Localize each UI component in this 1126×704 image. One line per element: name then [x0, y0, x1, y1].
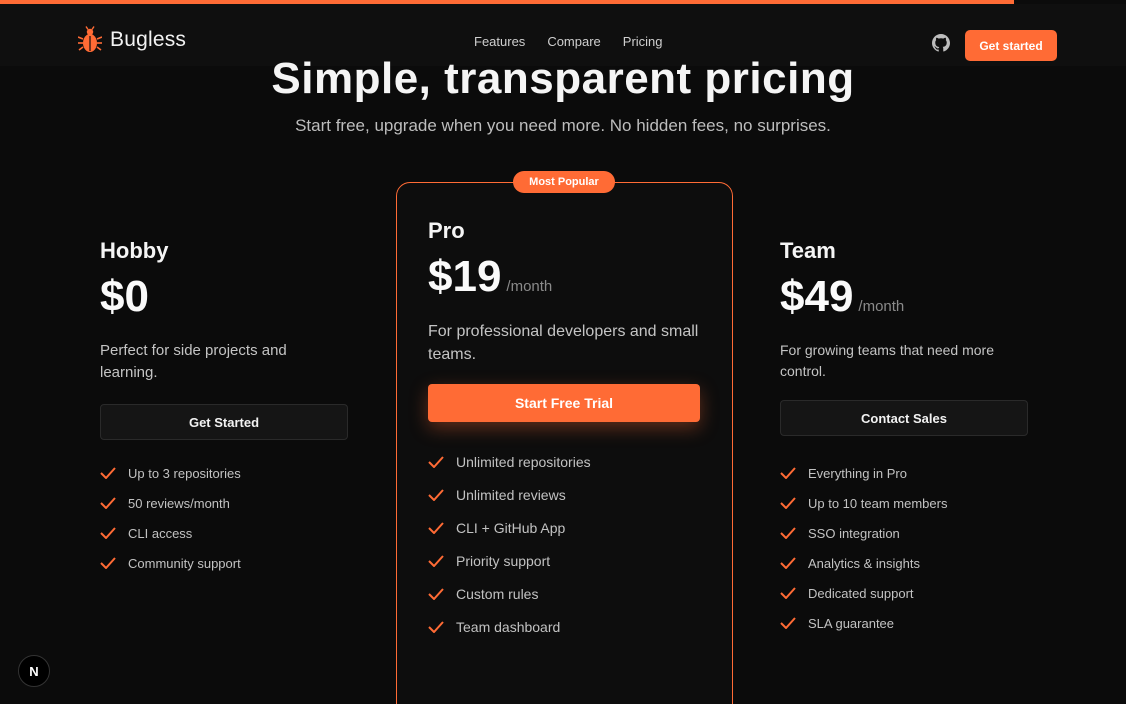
nav-link-compare[interactable]: Compare: [547, 34, 600, 49]
check-icon: [428, 521, 444, 534]
plan-price: $49: [780, 272, 854, 321]
list-item: Analytics & insights: [780, 548, 1028, 578]
feature-text: Custom rules: [456, 585, 539, 602]
feature-text: Analytics & insights: [808, 555, 920, 571]
list-item: Unlimited reviews: [428, 478, 700, 511]
feature-text: Priority support: [456, 552, 551, 569]
list-item: Up to 3 repositories: [100, 458, 348, 488]
plan-name: Pro: [428, 218, 465, 243]
check-icon: [428, 554, 444, 567]
plan-card-hobby: Hobby $0 Perfect for side projects and l…: [100, 238, 348, 578]
page-title: Simple, transparent pricing: [271, 54, 855, 103]
feature-text: Community support: [128, 555, 241, 571]
feature-text: 50 reviews/month: [128, 495, 230, 511]
feature-text: Up to 3 repositories: [128, 465, 241, 481]
contact-sales-button[interactable]: Contact Sales: [780, 400, 1028, 436]
list-item: Team dashboard: [428, 610, 700, 643]
plan-name: Team: [780, 238, 836, 263]
check-icon: [780, 587, 796, 599]
list-item: Unlimited repositories: [428, 445, 700, 478]
check-icon: [428, 488, 444, 501]
list-item: 50 reviews/month: [100, 488, 348, 518]
check-icon: [100, 497, 116, 509]
check-icon: [780, 467, 796, 479]
plan-description: For professional developers and small te…: [428, 323, 699, 363]
plan-description: Perfect for side projects and learning.: [100, 342, 287, 381]
price-row: $49 /month: [780, 272, 1028, 322]
price-row: $0: [100, 272, 348, 322]
plan-period: /month: [858, 298, 905, 315]
feature-text: CLI access: [128, 525, 193, 541]
brand-name: Bugless: [110, 28, 187, 51]
plan-price: $19: [428, 252, 502, 301]
plan-card-team: Team $49 /month For growing teams that n…: [780, 238, 1028, 638]
feature-text: Everything in Pro: [808, 465, 907, 481]
list-item: Dedicated support: [780, 578, 1028, 608]
dev-tools-indicator[interactable]: N: [18, 655, 50, 687]
nav-link-pricing[interactable]: Pricing: [623, 34, 663, 49]
feature-text: Team dashboard: [456, 618, 561, 635]
feature-text: SSO integration: [808, 525, 900, 541]
price-row: $19 /month: [428, 252, 700, 302]
most-popular-badge: Most Popular: [513, 171, 615, 193]
feature-list: Everything in Pro Up to 10 team members …: [780, 458, 1028, 638]
list-item: Everything in Pro: [780, 458, 1028, 488]
check-icon: [428, 620, 444, 633]
list-item: Up to 10 team members: [780, 488, 1028, 518]
list-item: CLI + GitHub App: [428, 511, 700, 544]
check-icon: [100, 527, 116, 539]
dev-indicator-letter: N: [29, 663, 39, 679]
list-item: Priority support: [428, 544, 700, 577]
check-icon: [780, 617, 796, 629]
start-free-trial-button[interactable]: Start Free Trial: [428, 384, 700, 422]
plan-period: /month: [506, 278, 553, 295]
check-icon: [780, 497, 796, 509]
check-icon: [100, 467, 116, 479]
github-icon[interactable]: [932, 34, 950, 52]
feature-text: Up to 10 team members: [808, 495, 948, 511]
check-icon: [100, 557, 116, 569]
page-subtitle: Start free, upgrade when you need more. …: [295, 116, 831, 135]
plan-card-pro-content: Pro $19 /month For professional develope…: [428, 218, 700, 643]
feature-list: Up to 3 repositories 50 reviews/month CL…: [100, 458, 348, 578]
brand[interactable]: Bugless: [78, 26, 186, 54]
list-item: CLI access: [100, 518, 348, 548]
plan-description: For growing teams that need more control…: [780, 342, 994, 379]
bug-icon: [78, 26, 102, 52]
list-item: SLA guarantee: [780, 608, 1028, 638]
feature-text: Dedicated support: [808, 585, 914, 601]
feature-text: CLI + GitHub App: [456, 519, 566, 536]
list-item: Community support: [100, 548, 348, 578]
check-icon: [428, 587, 444, 600]
nav-links: Features Compare Pricing: [474, 34, 663, 49]
plan-price: $0: [100, 272, 149, 321]
hobby-get-started-button[interactable]: Get Started: [100, 404, 348, 440]
check-icon: [780, 527, 796, 539]
feature-text: Unlimited reviews: [456, 486, 566, 503]
list-item: Custom rules: [428, 577, 700, 610]
nav-link-features[interactable]: Features: [474, 34, 525, 49]
check-icon: [428, 455, 444, 468]
list-item: SSO integration: [780, 518, 1028, 548]
feature-text: Unlimited repositories: [456, 453, 591, 470]
feature-text: SLA guarantee: [808, 615, 895, 631]
check-icon: [780, 557, 796, 569]
plan-name: Hobby: [100, 238, 169, 263]
feature-list: Unlimited repositories Unlimited reviews…: [428, 445, 700, 643]
